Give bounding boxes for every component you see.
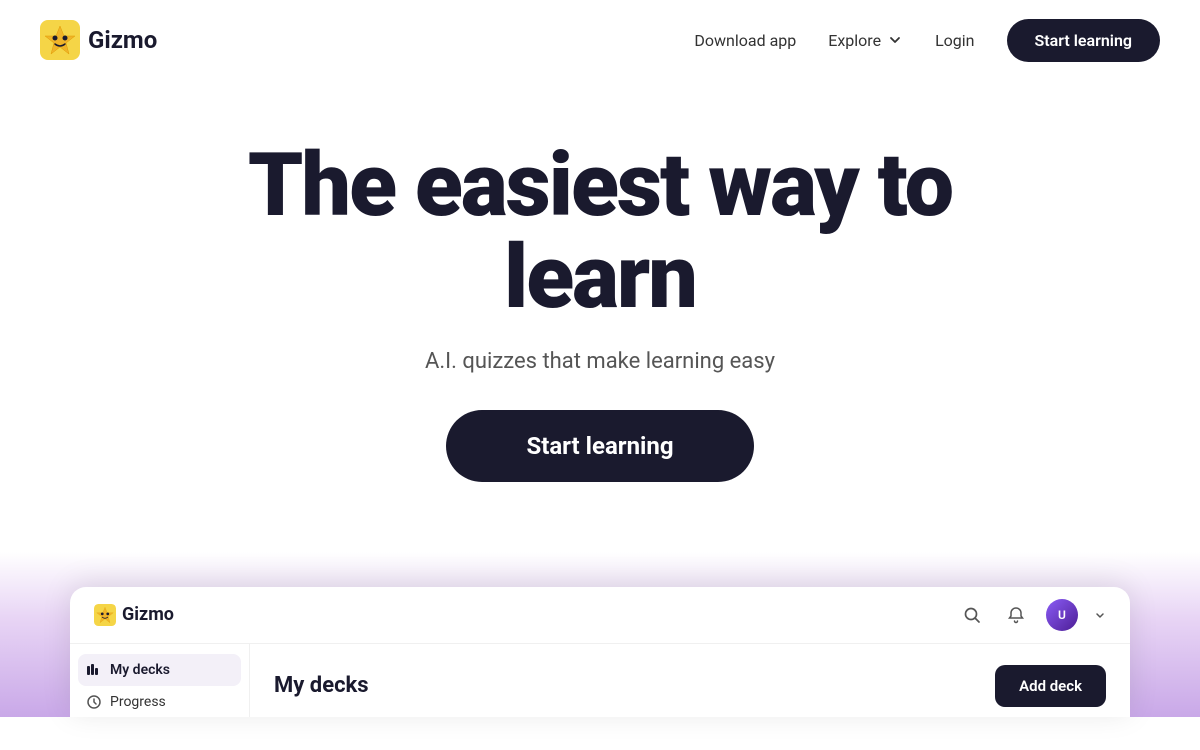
logo-text: Gizmo [88, 26, 157, 54]
app-sidebar: My decks Progress [70, 644, 250, 717]
nav-links: Download app Explore Login Start learnin… [694, 19, 1160, 62]
app-user-avatar[interactable]: U [1046, 599, 1078, 631]
start-learning-hero-button[interactable]: Start learning [446, 410, 753, 482]
start-learning-nav-button[interactable]: Start learning [1007, 19, 1160, 62]
app-page-title: My decks [274, 673, 369, 698]
app-avatar-chevron-icon [1094, 609, 1106, 621]
explore-link[interactable]: Explore [828, 31, 903, 50]
app-logo: Gizmo [94, 604, 174, 626]
progress-label: Progress [110, 694, 166, 710]
app-preview-wrapper: Gizmo U [0, 552, 1200, 717]
progress-icon [86, 694, 102, 710]
app-logo-icon [94, 604, 116, 626]
add-deck-button[interactable]: Add deck [995, 665, 1106, 707]
my-decks-icon [86, 662, 102, 678]
download-app-link[interactable]: Download app [694, 31, 796, 50]
logo-icon [40, 20, 80, 60]
navbar: Gizmo Download app Explore Login Start l… [0, 0, 1200, 80]
hero-subtitle: A.I. quizzes that make learning easy [425, 349, 775, 374]
hero-title: The easiest way to learn [150, 140, 1050, 325]
app-window-icons: U [958, 599, 1106, 631]
chevron-down-icon [887, 32, 903, 48]
hero-section: The easiest way to learn A.I. quizzes th… [0, 80, 1200, 522]
app-main-area: My decks Add deck [250, 644, 1130, 717]
app-window-bar: Gizmo U [70, 587, 1130, 644]
my-decks-label: My decks [110, 662, 170, 678]
app-window: Gizmo U [70, 587, 1130, 717]
sidebar-item-progress[interactable]: Progress [70, 686, 249, 717]
logo-link[interactable]: Gizmo [40, 20, 157, 60]
app-content: My decks Progress My decks Add deck [70, 644, 1130, 717]
login-link[interactable]: Login [935, 31, 974, 50]
app-bell-icon[interactable] [1002, 601, 1030, 629]
sidebar-item-my-decks[interactable]: My decks [78, 654, 241, 686]
app-logo-text: Gizmo [122, 604, 174, 625]
app-search-icon[interactable] [958, 601, 986, 629]
